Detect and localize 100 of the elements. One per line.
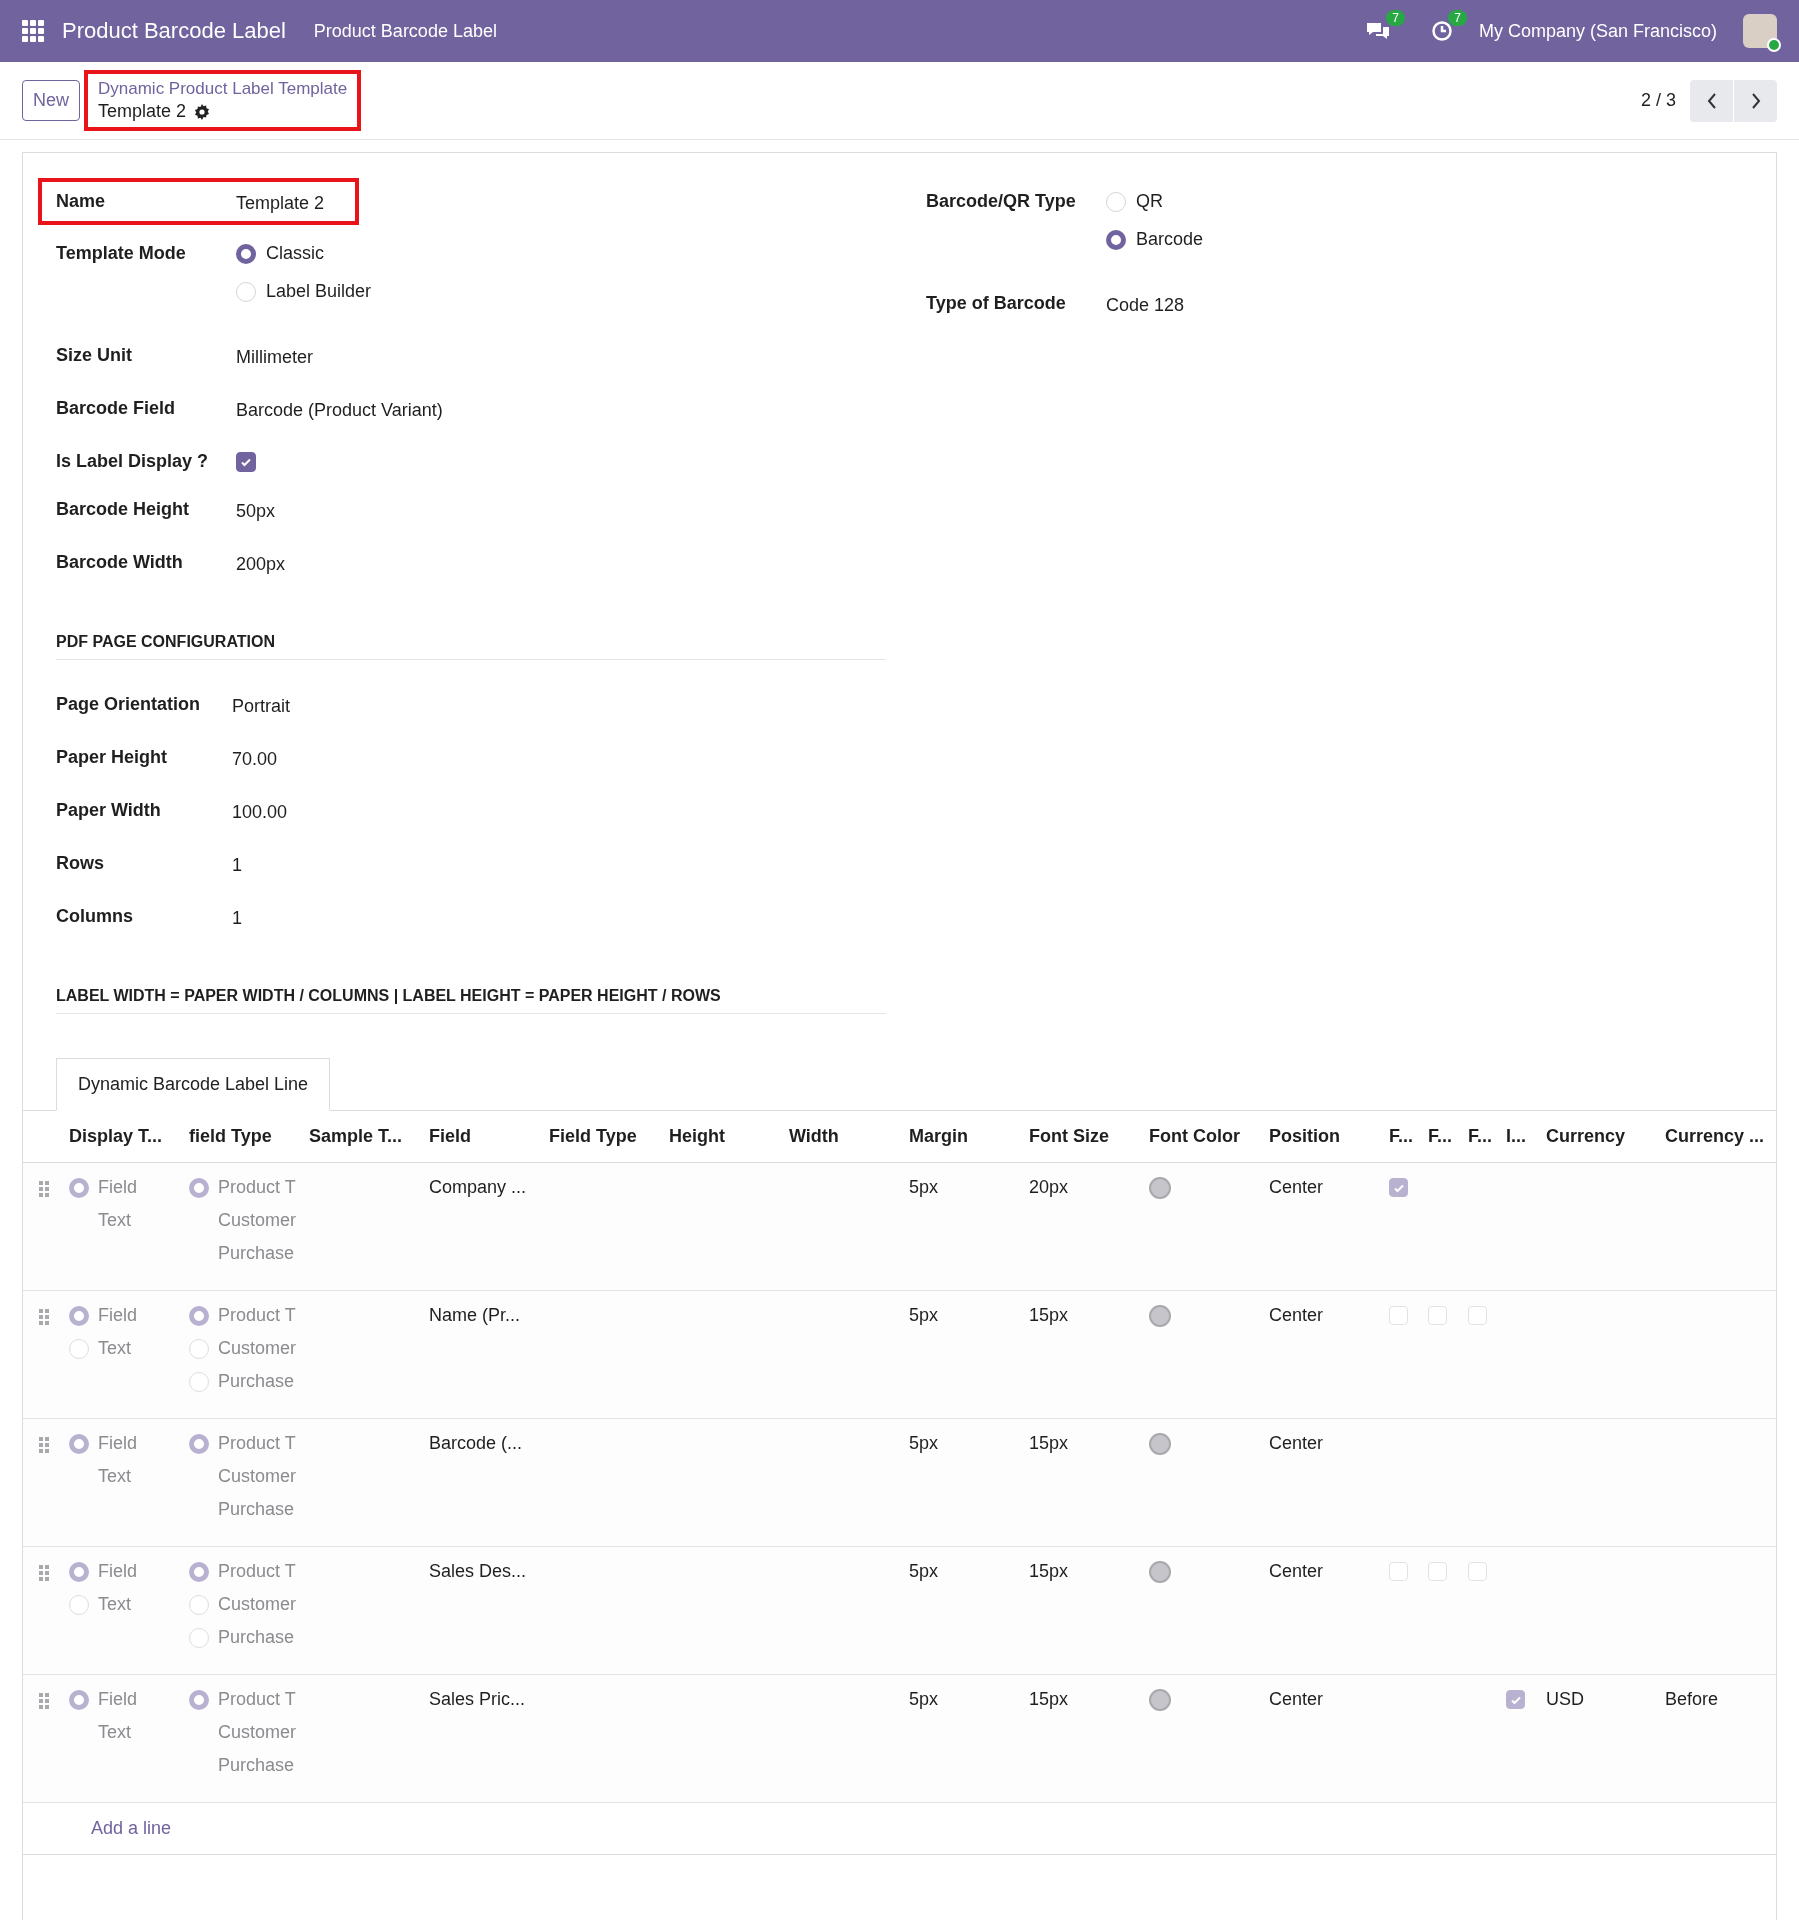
radio-button[interactable] [69,1689,89,1710]
radio-button[interactable] [189,1305,209,1326]
radio-label: Field [98,1433,137,1454]
column-header[interactable]: field Type [189,1126,309,1147]
radio-button[interactable] [189,1561,209,1582]
chevron-right-icon [1750,92,1761,109]
column-header[interactable]: Field [429,1126,549,1147]
drag-handle-icon[interactable] [39,1565,49,1581]
column-header[interactable]: Font Size [1029,1126,1149,1147]
drag-handle-icon[interactable] [39,1181,49,1197]
apps-menu-icon[interactable] [22,20,44,42]
column-header[interactable]: F... [1428,1126,1468,1147]
radio-button[interactable] [69,1305,89,1326]
column-header[interactable]: Font Color [1149,1126,1269,1147]
table-cell-text: 5px [909,1177,940,1199]
radio-button[interactable] [189,1689,209,1710]
breadcrumb-link[interactable]: Dynamic Product Label Template [98,79,348,99]
radio-button[interactable] [189,1433,209,1454]
column-header[interactable]: Field Type [549,1126,669,1147]
column-header[interactable]: Position [1269,1126,1389,1147]
radio-label: Customer [218,1466,297,1487]
radio-label: Purchase [218,1499,295,1520]
column-header[interactable]: Currency ... [1665,1126,1776,1147]
radio-button[interactable] [69,1561,89,1582]
field-value[interactable]: Code 128 [1106,291,1776,316]
drag-handle-icon[interactable] [39,1693,49,1709]
next-button[interactable] [1734,79,1777,122]
column-header[interactable]: Height [669,1126,789,1147]
add-line-link[interactable]: Add a line [91,1818,172,1839]
radio-label: Purchase [218,1627,295,1648]
radio-label: QR [1136,191,1163,212]
column-header[interactable]: F... [1468,1126,1506,1147]
field-value[interactable]: Barcode (Product Variant) [236,396,886,421]
checkbox[interactable] [236,452,256,472]
notebook-tab[interactable]: Dynamic Barcode Label Line [56,1058,331,1111]
radio-label: Text [98,1466,131,1487]
radio-button[interactable] [236,243,256,264]
table-cell-text: Center [1269,1433,1325,1455]
app-name[interactable]: Product Barcode Label [62,18,286,44]
breadcrumb-current: Template 2 [98,101,187,122]
section-title: LABEL WIDTH = PAPER WIDTH / COLUMNS | LABEL HEIGHT = PAPER HEIGHT / ROWS [56,987,886,1014]
radio-label: Product T [218,1433,296,1454]
field-label: Is Label Display ? [56,450,210,472]
menu-item[interactable]: Product Barcode Label [313,20,497,42]
drag-handle-icon[interactable] [39,1309,49,1325]
field-value[interactable]: 1 [232,851,886,876]
color-swatch[interactable] [1149,1177,1171,1199]
column-header[interactable]: Sample T... [309,1126,429,1147]
column-header[interactable]: Width [789,1126,909,1147]
column-header[interactable]: I... [1506,1126,1546,1147]
pager-counter: 2 / 3 [1640,90,1676,111]
column-header[interactable]: F... [1389,1126,1428,1147]
table-cell-text: 15px [1029,1433,1070,1455]
radio-label: Product T [218,1305,296,1326]
field-value[interactable]: 200px [236,550,886,575]
radio-label: Text [98,1594,131,1615]
column-header[interactable]: Currency [1546,1126,1665,1147]
table-cell-text: Center [1269,1177,1325,1199]
chevron-left-icon [1706,92,1717,109]
radio-button[interactable] [1106,229,1126,250]
column-header[interactable]: Display T... [69,1126,189,1147]
field-value[interactable]: 70.00 [232,745,886,770]
chat-icon[interactable] [1364,20,1391,42]
color-swatch[interactable] [1149,1689,1171,1711]
radio-button[interactable] [189,1177,209,1198]
field-label: Barcode Height [56,498,191,520]
field-value[interactable]: 50px [236,497,886,522]
gear-icon[interactable] [194,103,211,120]
radio-button[interactable] [69,1177,89,1198]
field-label: Name [56,190,107,213]
field-label: Paper Width [56,799,162,821]
new-button[interactable]: New [22,80,80,121]
color-swatch[interactable] [1149,1305,1171,1327]
table-cell-text: 15px [1029,1305,1070,1327]
previous-button[interactable] [1690,79,1733,122]
column-header[interactable]: Margin [909,1126,1029,1147]
field-value[interactable]: 100.00 [232,798,886,823]
message-count-badge: 7 [1386,10,1405,26]
field-value[interactable]: Millimeter [236,343,886,368]
radio-label: Customer [218,1722,297,1743]
checkbox[interactable] [1506,1690,1525,1709]
field-label: Barcode Field [56,397,177,419]
checkmark-icon [240,456,252,468]
field-value[interactable]: Template 2 [236,189,341,214]
drag-handle-icon[interactable] [39,1437,49,1453]
radio-button[interactable] [69,1433,89,1454]
color-swatch[interactable] [1149,1561,1171,1583]
clock-icon[interactable] [1430,20,1453,42]
radio-label: Text [98,1722,131,1743]
radio-label: Product T [218,1561,296,1582]
radio-label: Field [98,1177,137,1198]
color-swatch[interactable] [1149,1433,1171,1455]
company-switcher[interactable]: My Company (San Francisco) [1478,20,1717,42]
checkbox[interactable] [1389,1178,1408,1197]
radio-label: Label Builder [266,281,372,302]
field-value[interactable]: Portrait [232,692,886,717]
table-cell-text: Sales Des... [429,1561,528,1583]
field-label: Template Mode [56,242,187,264]
field-value[interactable]: 1 [232,904,886,929]
table-cell-text: Name (Pr... [429,1305,522,1327]
